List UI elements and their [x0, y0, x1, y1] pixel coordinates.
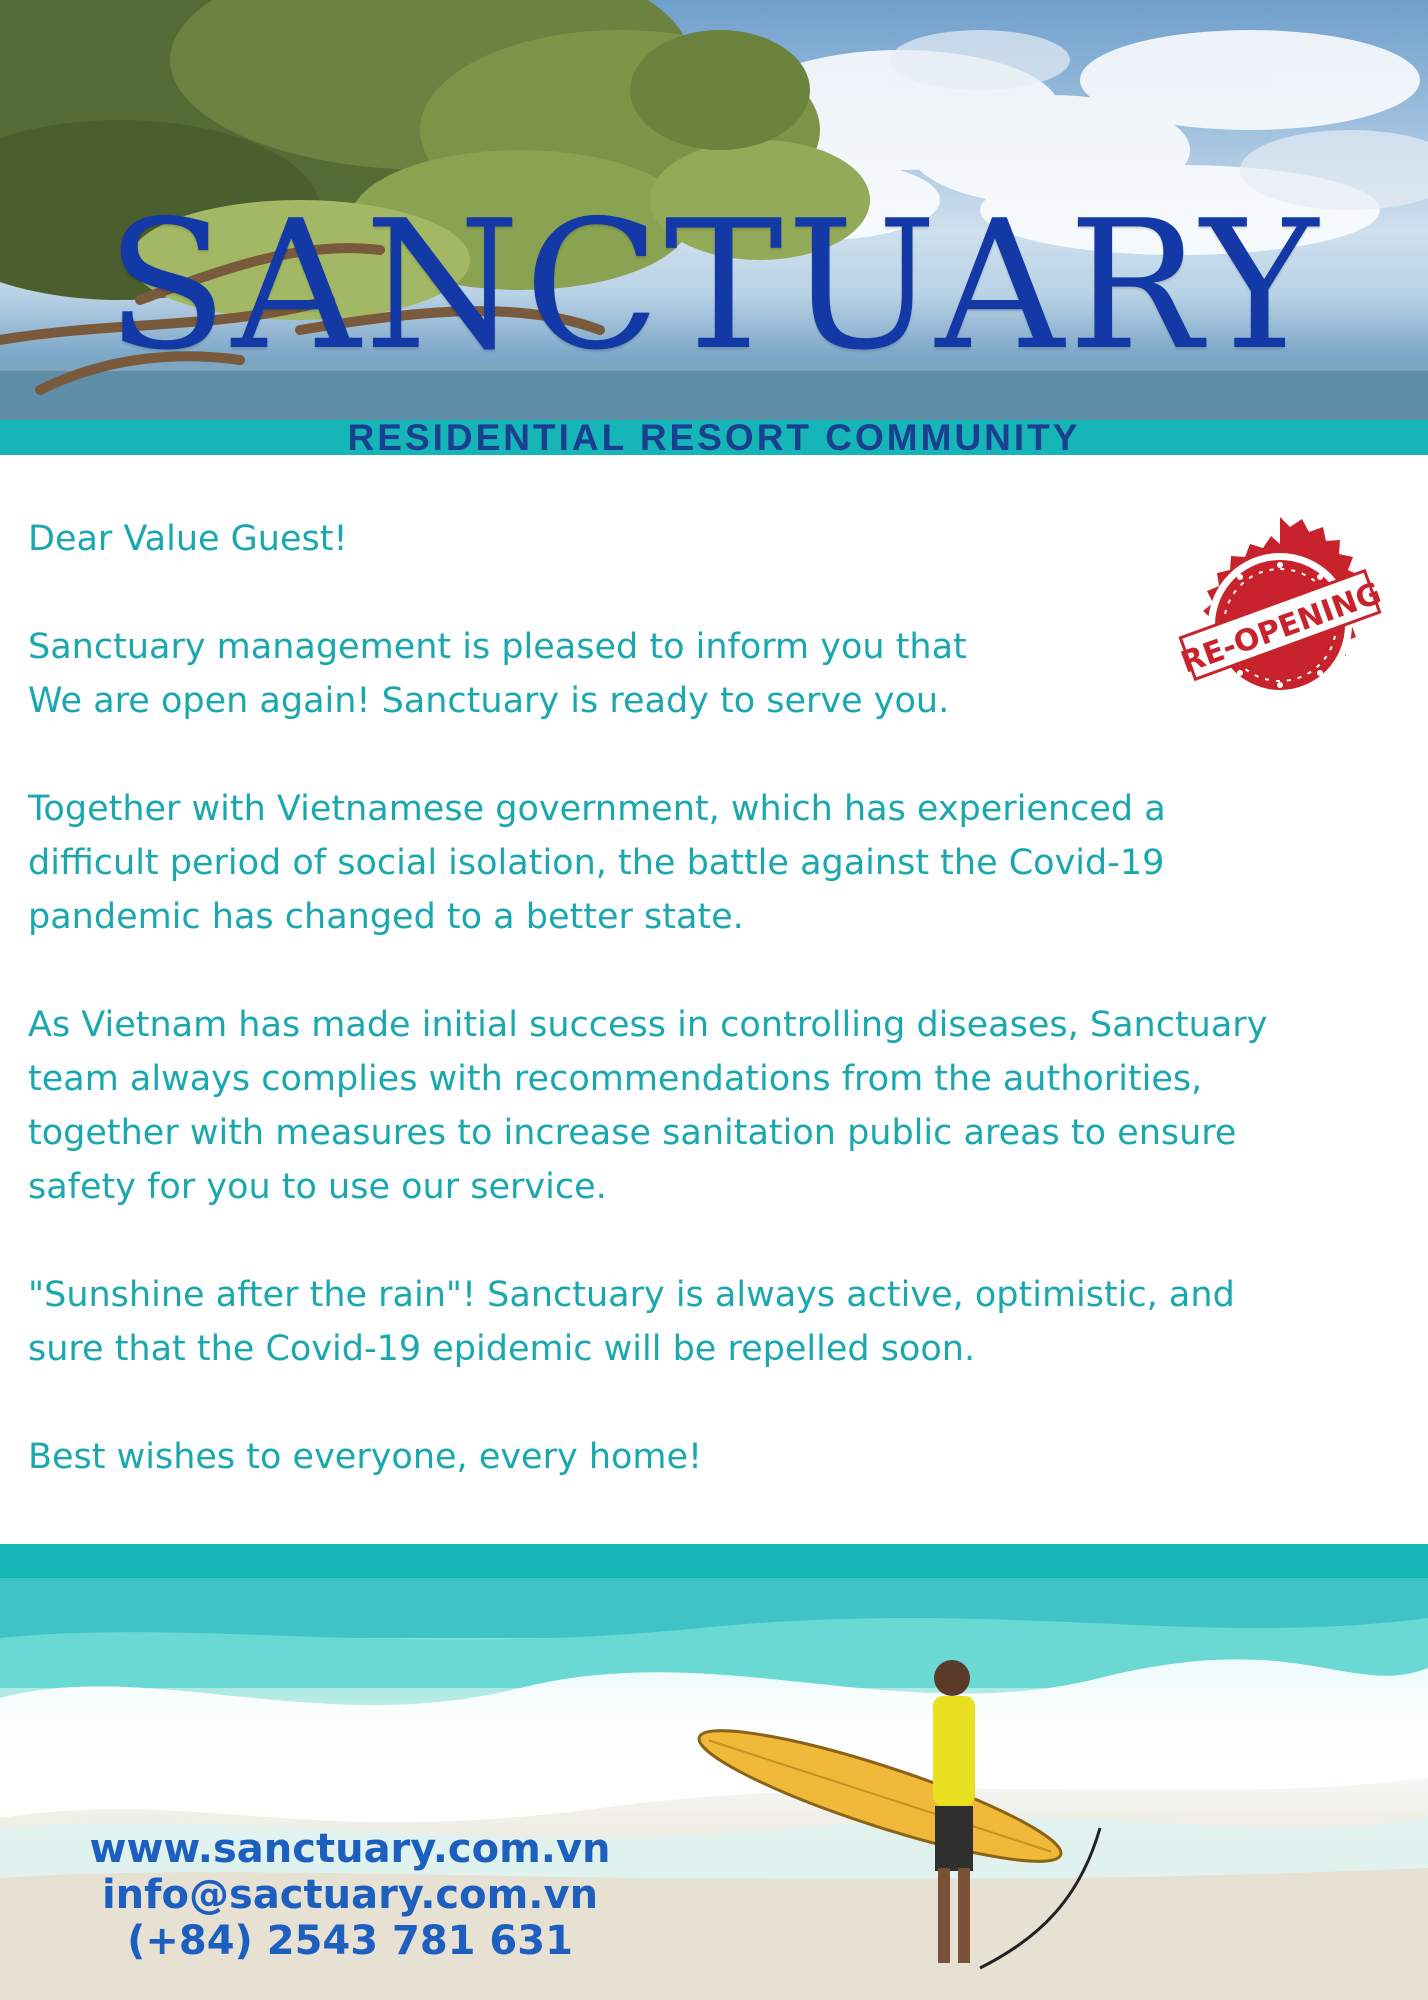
tagline: RESIDENTIAL RESORT COMMUNITY [347, 417, 1081, 458]
email-link[interactable]: info@sactuary.com.vn [0, 1872, 700, 1918]
letter-greeting: Dear Value Guest! [28, 519, 348, 559]
brand-logo-text: SANCTUARY [105, 182, 1323, 389]
contact-info: www.sanctuary.com.vn info@sactuary.com.v… [0, 1826, 700, 1964]
header-hero-image: SANCTUARY [0, 0, 1428, 420]
letter-paragraph-3: As Vietnam has made initial success in c… [28, 1005, 1268, 1207]
letter-paragraph-2: Together with Vietnamese government, whi… [28, 789, 1166, 937]
website-link[interactable]: www.sanctuary.com.vn [0, 1826, 700, 1872]
letter-closing: Best wishes to everyone, every home! [28, 1437, 703, 1477]
letter-body: Dear Value Guest! Sanctuary management i… [28, 512, 1408, 1484]
letter-paragraph-4: "Sunshine after the rain"! Sanctuary is … [28, 1275, 1235, 1369]
letter-paragraph-1: Sanctuary management is pleased to infor… [28, 627, 967, 721]
footer-band [0, 1544, 1428, 1578]
phone-number[interactable]: (+84) 2543 781 631 [0, 1918, 700, 1964]
